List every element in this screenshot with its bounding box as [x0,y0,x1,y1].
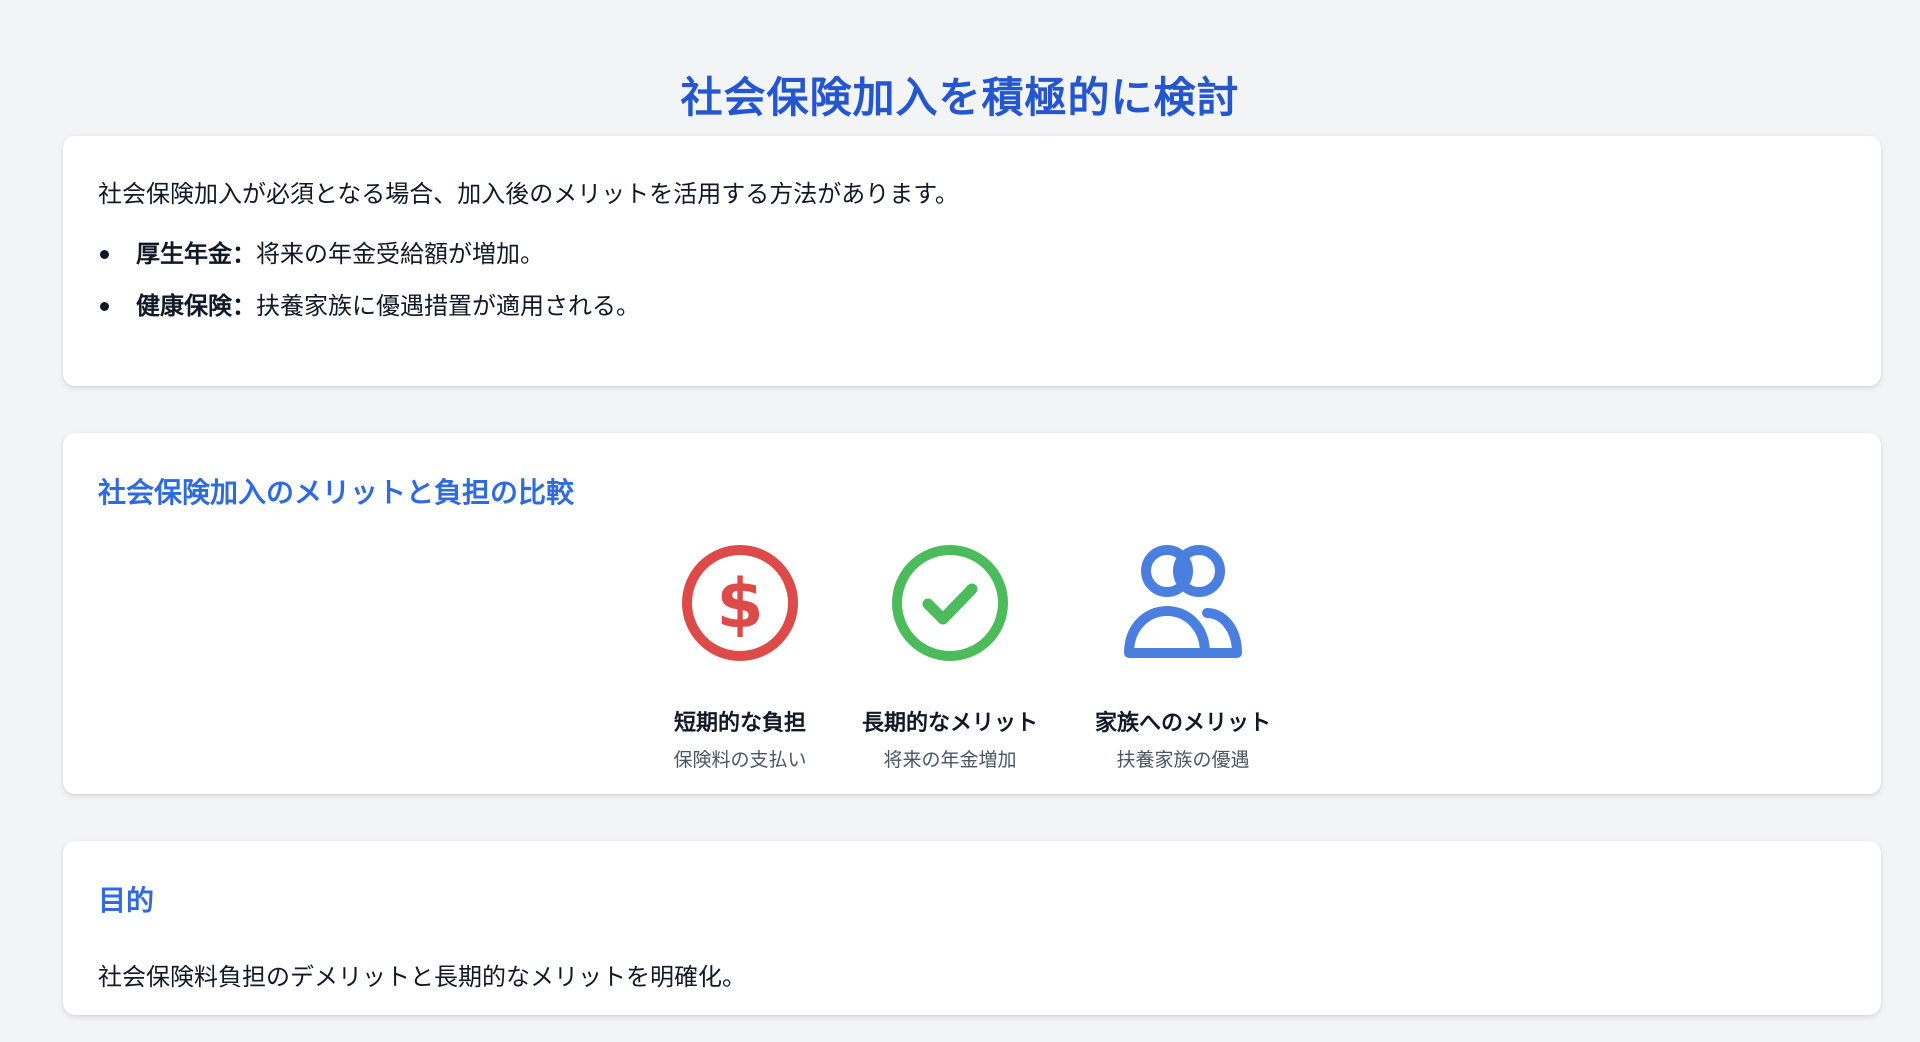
bullet-term: 厚生年金： [136,239,256,268]
list-item: 健康保険：扶養家族に優遇措置が適用される。 [98,290,1846,324]
intro-paragraph: 社会保険加入が必須となる場合、加入後のメリットを活用する方法があります。 [98,180,959,208]
bullet-text: 扶養家族に優遇措置が適用される。 [256,292,640,321]
comparison-item-longterm: 長期的なメリット 将来の年金増加 [840,541,1060,772]
item-title: 短期的な負担 [673,711,806,736]
bullet-dot [100,302,109,312]
comparison-icon-row: $ 短期的な負担 保険料の支払い 長期的なメリット 将来の年金増加 家族へのメリ… [63,541,1881,771]
users-icon [1073,541,1293,665]
comparison-item-cost: $ 短期的な負担 保険料の支払い [630,541,850,772]
purpose-heading: 目的 [98,884,155,917]
bullet-text: 将来の年金受給額が増加。 [256,239,544,268]
item-title: 家族へのメリット [1094,711,1271,736]
page-title: 社会保険加入を積極的に検討 [680,73,1240,123]
comparison-item-family: 家族へのメリット 扶養家族の優遇 [1073,541,1293,772]
check-circle-icon [840,541,1060,665]
benefit-list: 厚生年金：将来の年金受給額が増加。 健康保険：扶養家族に優遇措置が適用される。 [98,238,1846,324]
purpose-text: 社会保険料負担のデメリットと長期的なメリットを明確化。 [98,963,746,991]
bullet-dot [100,249,109,259]
comparison-card: 社会保険加入のメリットと負担の比較 $ 短期的な負担 保険料の支払い 長期的なメ… [63,433,1881,794]
svg-text:$: $ [716,565,763,644]
item-subtitle: 保険料の支払い [673,749,807,771]
purpose-card: 目的 社会保険料負担のデメリットと長期的なメリットを明確化。 [63,841,1881,1015]
item-title: 長期的なメリット [861,711,1038,736]
bullet-term: 健康保険： [136,292,256,321]
intro-card: 社会保険加入が必須となる場合、加入後のメリットを活用する方法があります。 厚生年… [63,136,1881,386]
list-item: 厚生年金：将来の年金受給額が増加。 [98,238,1846,272]
item-subtitle: 扶養家族の優遇 [1116,749,1250,771]
page: 社会保険加入を積極的に検討 社会保険加入が必須となる場合、加入後のメリットを活用… [0,0,1920,1042]
dollar-circle-icon: $ [630,541,850,665]
comparison-heading: 社会保険加入のメリットと負担の比較 [98,476,575,509]
item-subtitle: 将来の年金増加 [883,749,1017,771]
